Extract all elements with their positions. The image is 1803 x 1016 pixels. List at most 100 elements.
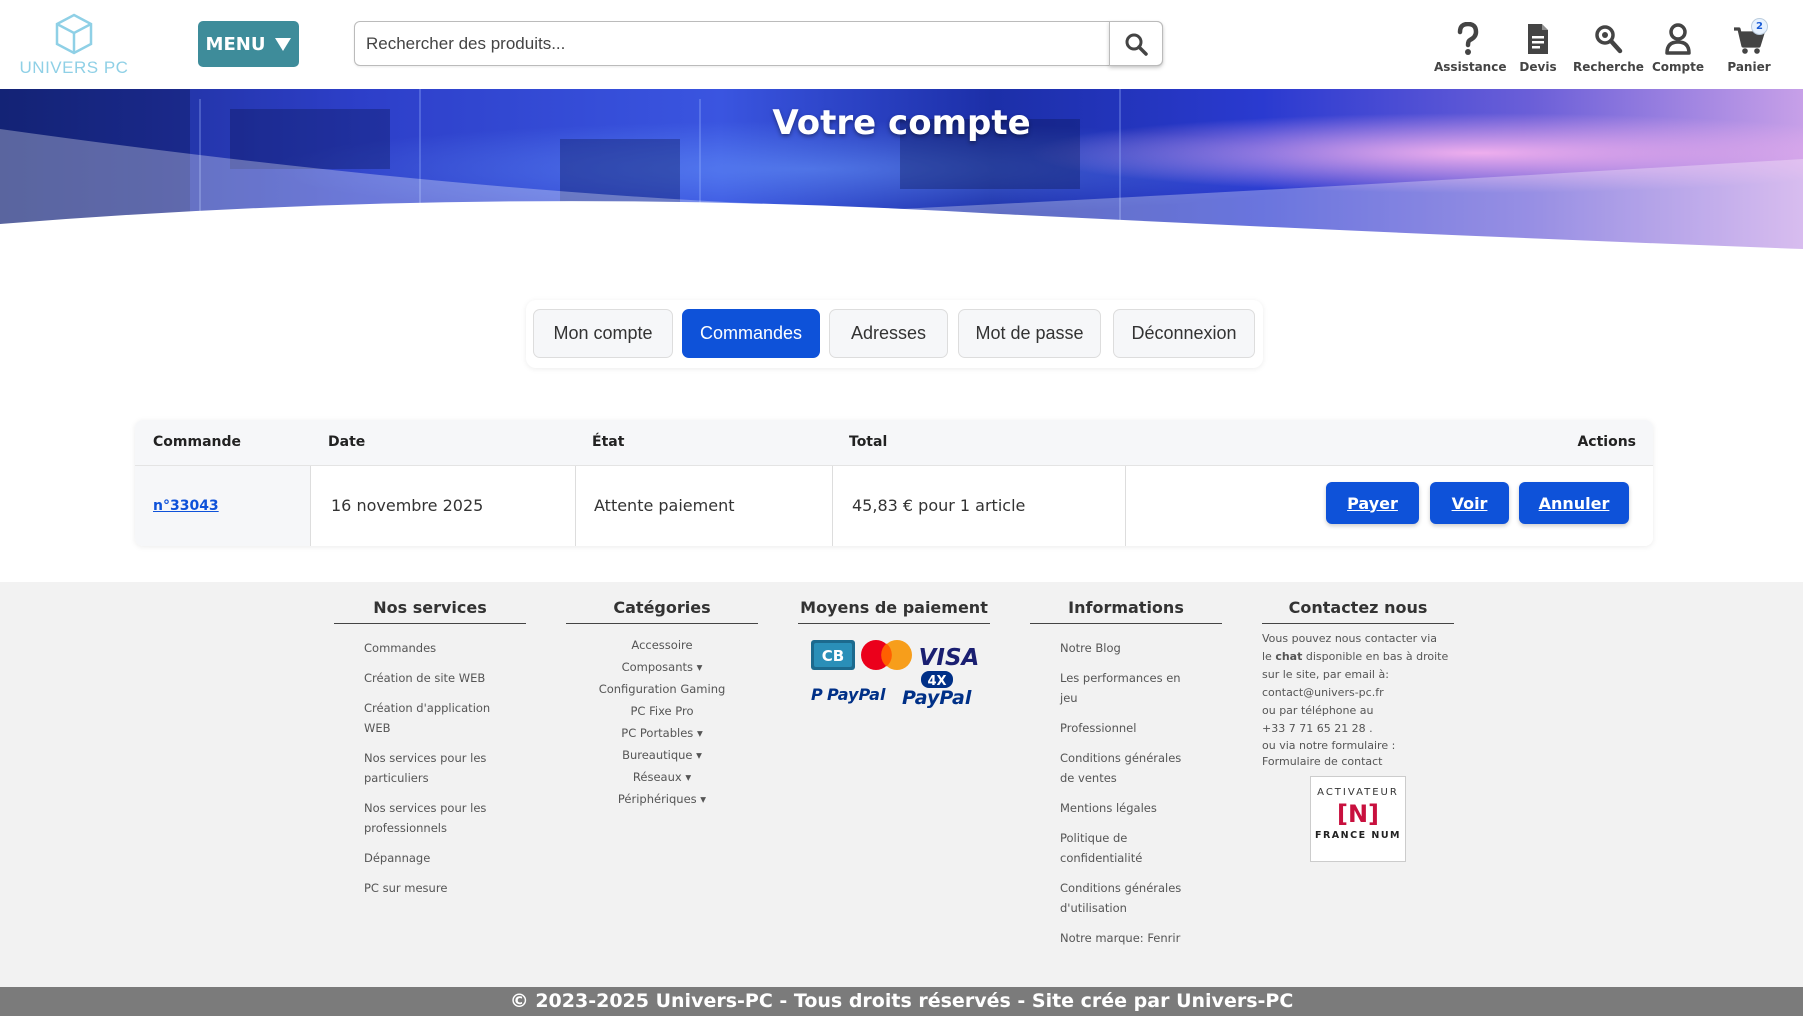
footer-link-particuliers[interactable]: Nos services pour les — [364, 748, 526, 768]
contact-line: sur le site, par email à: — [1262, 668, 1389, 681]
footer-cat-accessoire[interactable]: Accessoire — [566, 636, 758, 655]
footer-link-cgv-2[interactable]: de ventes — [1060, 768, 1222, 788]
column-divider — [575, 466, 576, 546]
contact-line: Vous pouvez nous contacter via — [1262, 632, 1437, 645]
menu-button[interactable]: MENU — [198, 21, 299, 67]
footer-contact-title: Contactez nous — [1262, 598, 1454, 624]
footer-link-cgu-2[interactable]: d'utilisation — [1060, 898, 1222, 918]
visa-logo: VISA — [919, 645, 980, 671]
footer-payment-title: Moyens de paiement — [798, 598, 990, 624]
cube-logo-icon — [55, 13, 93, 55]
search-bar — [354, 21, 1163, 66]
search-gear-icon — [1595, 25, 1623, 54]
tab-mon-compte[interactable]: Mon compte — [533, 309, 673, 358]
nav-assistance-label: Assistance — [1434, 60, 1507, 74]
footer-services: Nos services Commandes Création de site … — [334, 598, 526, 898]
footer-link-creation-app[interactable]: Création d'application — [364, 698, 526, 718]
menu-label: MENU — [205, 33, 266, 55]
footer-link-commandes[interactable]: Commandes — [364, 638, 526, 658]
payment-logos: CB VISA P PayPal 4X PayPal — [811, 640, 980, 709]
nav-compte-label: Compte — [1652, 60, 1705, 74]
footer-link-confidentialite[interactable]: Politique de — [1060, 828, 1222, 848]
footer-services-title: Nos services — [334, 598, 526, 624]
france-num-bottom: FRANCE NUM — [1315, 830, 1401, 841]
footer-link-cgv[interactable]: Conditions générales — [1060, 748, 1222, 768]
footer-link-performances-2[interactable]: jeu — [1060, 688, 1222, 708]
contact-line: le chat disponible en bas à droite — [1262, 650, 1449, 663]
nav-assistance[interactable]: Assistance — [1434, 22, 1507, 74]
nav-panier[interactable]: 2 Panier — [1726, 18, 1772, 74]
footer-link-mentions[interactable]: Mentions légales — [1060, 798, 1222, 818]
footer-link-confidentialite-2[interactable]: confidentialité — [1060, 848, 1222, 868]
svg-text:P: P — [811, 685, 823, 704]
cancel-button[interactable]: Annuler — [1519, 482, 1629, 524]
document-icon — [1528, 24, 1548, 54]
france-num-badge[interactable]: ACTIVATEUR [N] FRANCE NUM — [1310, 776, 1406, 862]
account-tabs: Mon compte Commandes Adresses Mot de pas… — [526, 300, 1263, 368]
paypal-logo: P PayPal — [811, 685, 886, 704]
nav-panier-label: Panier — [1727, 60, 1771, 74]
footer-cat-bureautique[interactable]: Bureautique ▾ — [566, 746, 758, 765]
footer-cat-gaming[interactable]: Configuration Gaming — [566, 680, 758, 699]
svg-text:CB: CB — [822, 647, 844, 665]
france-num-logo-icon: [N] — [1336, 800, 1380, 828]
footer-link-fenrir[interactable]: Notre marque: Fenrir — [1060, 928, 1222, 948]
footer-link-particuliers-2[interactable]: particuliers — [364, 768, 526, 788]
svg-text:PayPal: PayPal — [827, 685, 886, 704]
orders-table: Commande Date État Total Actions n°33043… — [135, 420, 1653, 546]
column-divider — [1125, 466, 1126, 546]
footer-cat-composants[interactable]: Composants ▾ — [566, 658, 758, 677]
nav-compte[interactable]: Compte — [1652, 22, 1704, 74]
nav-recherche[interactable]: Recherche — [1573, 22, 1644, 74]
tab-commandes[interactable]: Commandes — [682, 309, 820, 358]
col-date: Date — [328, 434, 366, 450]
cart-count-badge: 2 — [1751, 18, 1768, 35]
page-title: Votre compte — [772, 103, 1031, 143]
site-footer: Nos services Commandes Création de site … — [0, 582, 1803, 987]
view-button[interactable]: Voir — [1430, 482, 1509, 524]
footer-link-professionnels-2[interactable]: professionnels — [364, 818, 526, 838]
contact-form-link[interactable]: Formulaire de contact — [1262, 754, 1454, 770]
footer-categories: Catégories Accessoire Composants ▾ Confi… — [566, 598, 758, 812]
footer-link-professionnel[interactable]: Professionnel — [1060, 718, 1222, 738]
contact-line: ou via notre formulaire : — [1262, 739, 1396, 752]
footer-link-creation-site[interactable]: Création de site WEB — [364, 668, 526, 688]
order-number-link[interactable]: n°33043 — [153, 498, 219, 514]
col-commande: Commande — [153, 434, 241, 450]
copyright-bar: © 2023-2025 Univers-PC - Tous droits rés… — [0, 987, 1803, 1016]
chat-link[interactable]: chat — [1275, 650, 1302, 663]
order-total: 45,83 € pour 1 article — [852, 496, 1026, 515]
search-input[interactable] — [355, 22, 1110, 65]
footer-cat-peripheriques[interactable]: Périphériques ▾ — [566, 790, 758, 809]
footer-link-pc-sur-mesure[interactable]: PC sur mesure — [364, 878, 526, 898]
footer-cat-pc-portables[interactable]: PC Portables ▾ — [566, 724, 758, 743]
search-button[interactable] — [1109, 21, 1163, 66]
tab-mot-de-passe[interactable]: Mot de passe — [958, 309, 1101, 358]
col-actions: Actions — [1577, 434, 1636, 450]
question-icon — [1457, 22, 1479, 55]
footer-link-blog[interactable]: Notre Blog — [1060, 638, 1222, 658]
mastercard-logo-icon — [861, 640, 912, 670]
footer-link-depannage[interactable]: Dépannage — [364, 848, 526, 868]
footer-link-performances[interactable]: Les performances en — [1060, 668, 1222, 688]
tab-deconnexion[interactable]: Déconnexion — [1113, 309, 1255, 358]
pay-button[interactable]: Payer — [1326, 482, 1419, 524]
contact-phone[interactable]: +33 7 71 65 21 28 . — [1262, 720, 1454, 738]
cb-logo-icon: CB — [811, 640, 855, 670]
footer-informations-title: Informations — [1030, 598, 1222, 624]
nav-devis[interactable]: Devis — [1517, 22, 1559, 74]
footer-cat-pc-fixe-pro[interactable]: PC Fixe Pro — [566, 702, 758, 721]
footer-link-professionnels[interactable]: Nos services pour les — [364, 798, 526, 818]
logo-text: UNIVERS PC — [19, 58, 129, 77]
nav-devis-label: Devis — [1519, 60, 1557, 74]
footer-link-creation-app-2[interactable]: WEB — [364, 718, 526, 738]
col-total: Total — [849, 434, 888, 450]
user-icon — [1665, 23, 1691, 55]
column-divider — [832, 466, 833, 546]
order-date: 16 novembre 2025 — [331, 496, 484, 515]
footer-link-cgu[interactable]: Conditions générales — [1060, 878, 1222, 898]
footer-cat-reseaux[interactable]: Réseaux ▾ — [566, 768, 758, 787]
tab-adresses[interactable]: Adresses — [829, 309, 948, 358]
contact-email[interactable]: contact@univers-pc.fr — [1262, 684, 1454, 702]
site-logo[interactable]: UNIVERS PC — [18, 12, 130, 78]
